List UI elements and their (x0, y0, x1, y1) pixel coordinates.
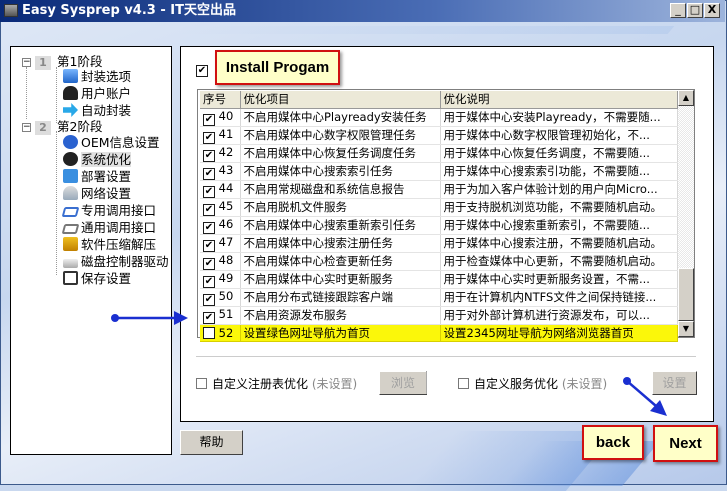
arrow-to-next (623, 377, 667, 416)
arrow-to-row-52 (111, 311, 188, 325)
annotation-arrows (111, 311, 667, 416)
